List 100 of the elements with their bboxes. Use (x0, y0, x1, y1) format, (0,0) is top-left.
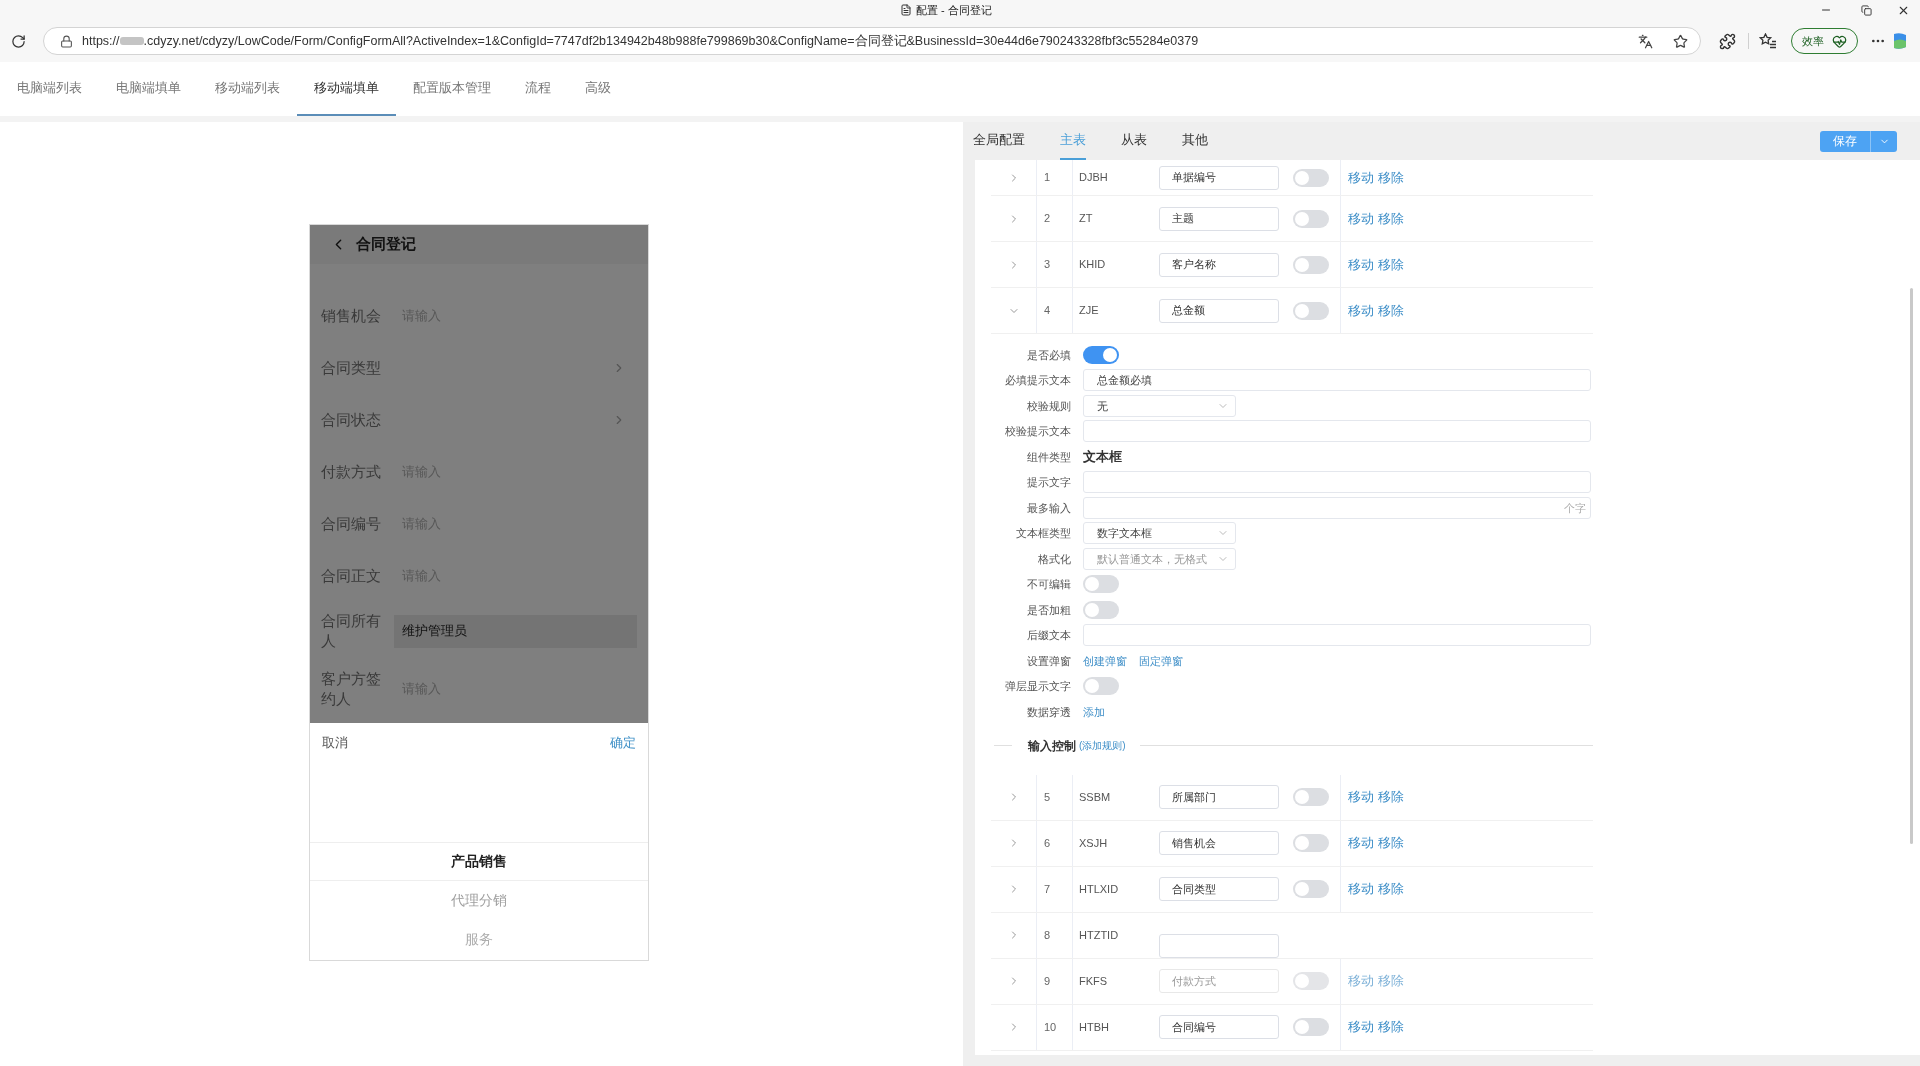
field-label: 销售机会 (321, 306, 382, 326)
favorites-icon (1759, 33, 1777, 49)
select-field[interactable]: 无 (1083, 394, 1236, 417)
config-tab[interactable]: 其他 (1182, 122, 1208, 160)
nav-tab[interactable]: 移动端列表 (198, 62, 297, 116)
input-field[interactable] (1083, 471, 1591, 494)
nav-tab[interactable]: 流程 (508, 62, 568, 116)
picker-option[interactable]: 代理分销 (451, 890, 507, 911)
input-field[interactable]: 总金额必填 (1083, 369, 1591, 392)
input-field[interactable]: 个字 (1083, 496, 1591, 519)
field-code: HTBH (1079, 1019, 1109, 1035)
input-field[interactable]: 合同类型 (1159, 877, 1279, 901)
toggle-switch[interactable] (1083, 345, 1119, 364)
link-button[interactable]: 移除 (1378, 167, 1404, 188)
address-bar[interactable]: https:// .cdyzy.net/cdyzy/LowCode/Form/ConfigFormAll?ActiveIndex=1&ConfigId=7747df2b134942b48b988fe799869b30&ConfigName=合同登记&BusinessId=30e44d6e790243328fbf3c55284e0379 (43, 27, 1701, 55)
cancel-button[interactable]: 取消 (322, 733, 348, 753)
link-button[interactable]: 移动 (1348, 879, 1374, 899)
link-button[interactable]: 添加 (1083, 703, 1105, 720)
field-code: SSBM (1079, 789, 1111, 805)
toggle-switch[interactable] (1083, 575, 1119, 594)
nav-tab[interactable]: 电脑端填单 (99, 62, 198, 116)
toggle-switch[interactable] (1293, 209, 1329, 228)
link-button[interactable]: 移除 (1378, 208, 1404, 229)
toggle-switch[interactable] (1293, 301, 1329, 320)
link-button[interactable]: 移动 (1348, 971, 1374, 991)
toggle-switch[interactable] (1293, 168, 1329, 187)
field-code: DJBH (1079, 170, 1108, 186)
confirm-button[interactable]: 确定 (610, 733, 636, 753)
toggle-switch[interactable] (1083, 600, 1119, 619)
input-field[interactable] (1083, 420, 1591, 443)
link-button[interactable]: 移动 (1348, 1017, 1374, 1037)
link-button[interactable]: 移除 (1378, 833, 1404, 853)
input-field[interactable]: 付款方式 (1159, 969, 1279, 993)
link-button[interactable]: 移动 (1348, 787, 1374, 807)
input-field[interactable]: 合同编号 (1159, 1015, 1279, 1039)
input-field[interactable]: 客户名称 (1159, 252, 1279, 277)
picker-option[interactable]: 产品销售 (451, 851, 507, 872)
link-button[interactable]: 移动 (1348, 254, 1374, 275)
field-label: 最多输入 (1026, 500, 1071, 516)
input-field[interactable]: 销售机会 (1159, 831, 1279, 855)
url-text: https:// (82, 32, 120, 50)
translate-button[interactable] (1638, 33, 1653, 49)
field-code: XSJH (1079, 835, 1108, 851)
field-code: HTLXID (1079, 881, 1119, 897)
field-label: 文本框类型 (1015, 526, 1071, 541)
config-tab[interactable]: 全局配置 (973, 122, 1025, 160)
link-button[interactable]: 创建弹窗 (1083, 652, 1127, 669)
link-button[interactable]: 移除 (1378, 787, 1404, 807)
input-field[interactable]: 单据编号 (1159, 165, 1279, 190)
link-button[interactable]: 移动 (1348, 833, 1374, 853)
document-icon (900, 4, 912, 16)
link-button[interactable]: 移动 (1348, 300, 1374, 321)
field-label: 合同编号 (321, 514, 382, 534)
scrollbar-thumb[interactable] (1910, 288, 1913, 844)
config-tab[interactable]: 从表 (1121, 122, 1147, 160)
link-button[interactable]: (添加规则) (1079, 738, 1126, 753)
link-button[interactable]: 固定弹窗 (1139, 652, 1183, 669)
input-field[interactable] (1083, 624, 1591, 647)
favorite-button[interactable] (1673, 33, 1688, 49)
input-field[interactable] (1159, 933, 1279, 958)
nav-tab[interactable]: 电脑端列表 (0, 62, 99, 116)
save-options-button[interactable] (1870, 130, 1897, 152)
lock-icon (60, 34, 73, 48)
toggle-switch[interactable] (1293, 880, 1329, 898)
field-label: 校验规则 (1026, 398, 1071, 414)
select-field[interactable]: 默认普通文本，无格式 (1083, 547, 1236, 570)
heart-pulse-icon (1832, 33, 1847, 49)
link-button[interactable]: 移动 (1348, 208, 1374, 229)
input-field[interactable]: 主题 (1159, 206, 1279, 231)
field-label: 提示文字 (1026, 475, 1071, 490)
readonly-field: 维护管理员 (394, 614, 637, 648)
field-code: HTZTID (1079, 927, 1119, 943)
select-field[interactable]: 数字文本框 (1083, 522, 1236, 545)
nav-tab[interactable]: 配置版本管理 (396, 62, 508, 116)
link-button[interactable]: 移除 (1378, 971, 1404, 991)
field-label: 是否加粗 (1026, 602, 1071, 618)
favorites-button[interactable] (1759, 33, 1777, 49)
link-button[interactable]: 移动 (1348, 167, 1374, 188)
input-field[interactable]: 所属部门 (1159, 785, 1279, 809)
toggle-switch[interactable] (1083, 677, 1119, 696)
link-button[interactable]: 移除 (1378, 300, 1404, 321)
input-field[interactable]: 总金额 (1159, 298, 1279, 323)
save-button[interactable]: 保存 (1820, 130, 1870, 152)
extensions-button[interactable] (1719, 32, 1736, 50)
link-button[interactable]: 移除 (1378, 1017, 1404, 1037)
toggle-switch[interactable] (1293, 255, 1329, 274)
nav-tab[interactable]: 高级 (568, 62, 628, 116)
toggle-switch[interactable] (1293, 972, 1329, 990)
row-number: 2 (1044, 211, 1051, 227)
field-label: 合同类型 (321, 358, 382, 378)
url-text: .cdyzy.net/cdyzy/LowCode/Form/ConfigFormAll?ActiveIndex=1&ConfigId=7747df2b134942b48b988fe799869b30&ConfigName=合同登记&BusinessId=30e44d6e790243328fbf3c55284e0379 (143, 32, 1199, 50)
picker-option[interactable]: 服务 (465, 929, 493, 950)
toggle-switch[interactable] (1293, 1018, 1329, 1036)
app-logo-icon (1894, 32, 1906, 50)
row-number: 4 (1044, 303, 1051, 319)
toggle-switch[interactable] (1293, 788, 1329, 806)
field-label: 弹层显示文字 (1004, 679, 1071, 694)
link-button[interactable]: 移除 (1378, 879, 1404, 899)
link-button[interactable]: 移除 (1378, 254, 1404, 275)
toggle-switch[interactable] (1293, 834, 1329, 852)
